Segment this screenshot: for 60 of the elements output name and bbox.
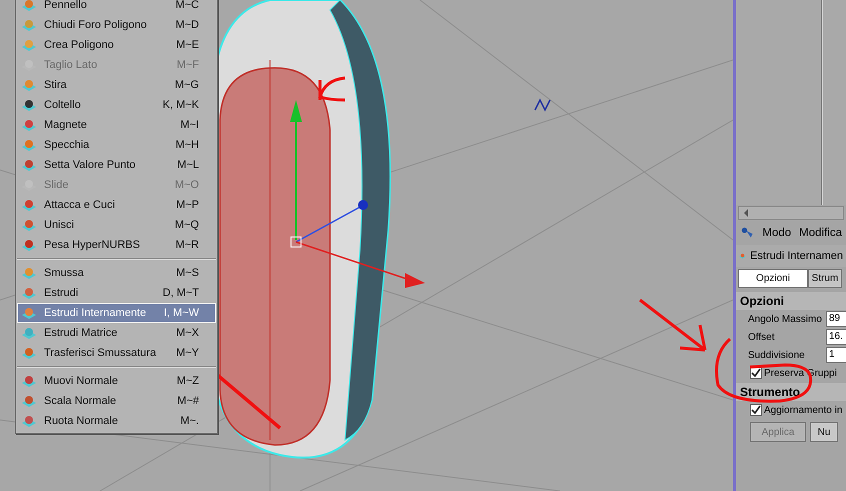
panel-title: Estrudi Internamen — [750, 250, 843, 262]
menu-item[interactable]: Pesa HyperNURBS M~R — [17, 235, 216, 255]
tool-icon — [21, 77, 37, 93]
tool-icon — [21, 17, 37, 33]
tool-icon — [21, 117, 37, 133]
menu-item[interactable]: Magnete M~I — [17, 115, 216, 135]
tool-icon — [21, 373, 37, 389]
menu-item[interactable]: Ruota Normale M~. — [17, 411, 216, 431]
tool-icon — [21, 413, 37, 429]
annotation-mark — [534, 98, 551, 112]
tool-icon — [21, 0, 37, 13]
tool-icon — [21, 157, 37, 173]
menu-item[interactable]: Setta Valore Punto M~L — [17, 155, 216, 175]
menu-item[interactable]: Muovi Normale M~Z — [17, 371, 216, 391]
tab[interactable]: Opzioni — [738, 269, 808, 288]
scrollbar[interactable] — [738, 206, 844, 220]
field-label: Angolo Massimo — [748, 314, 823, 324]
tool-icon — [21, 393, 37, 409]
number-field[interactable]: 16. — [826, 329, 846, 345]
tool-icon — [21, 237, 37, 253]
checkbox-label: Aggiornamento in — [764, 404, 842, 416]
panel-button[interactable]: Nu — [810, 422, 838, 442]
tool-icon — [21, 137, 37, 153]
checkbox[interactable] — [750, 404, 762, 416]
tool-icon — [21, 285, 37, 301]
tool-icon — [21, 325, 37, 341]
tool-icon — [21, 197, 37, 213]
menu-item[interactable]: Stira M~G — [17, 75, 216, 95]
tool-icon — [21, 37, 37, 53]
section-header: Opzioni — [736, 292, 846, 310]
tool-icon — [21, 265, 37, 281]
menu-item[interactable]: Smussa M~S — [17, 263, 216, 283]
field-label: Suddivisione — [748, 350, 806, 360]
menu-item[interactable]: Estrudi Matrice M~X — [17, 323, 216, 343]
menu-item[interactable]: Attacca e Cuci M~P — [17, 195, 216, 215]
tool-icon — [21, 97, 37, 113]
menu-item[interactable]: Coltello K, M~K — [17, 95, 216, 115]
pin-icon[interactable] — [740, 226, 754, 240]
tool-icon — [21, 217, 37, 233]
number-field[interactable]: 89 — [826, 311, 846, 327]
tool-icon — [21, 305, 37, 321]
number-field[interactable]: 1 — [826, 347, 846, 363]
menu-item[interactable]: Chiudi Foro Poligono M~D — [17, 15, 216, 35]
3d-viewport[interactable] — [0, 0, 733, 491]
section-header: Strumento — [736, 383, 846, 401]
menu-item[interactable]: Pennello M~C — [17, 0, 216, 15]
menu-item[interactable]: Crea Poligono M~E — [17, 35, 216, 55]
tab[interactable]: Strum — [808, 269, 842, 288]
annotation-arrow — [318, 76, 346, 102]
annotation-arrow — [638, 298, 706, 352]
menu-item[interactable]: Specchia M~H — [17, 135, 216, 155]
tool-icon — [21, 345, 37, 361]
panel-menu-item[interactable]: Modo — [762, 227, 792, 239]
menu-item[interactable]: Estrudi D, M~T — [17, 283, 216, 303]
menu-item[interactable]: Trasferisci Smussatura M~Y — [17, 343, 216, 363]
field-label: Offset — [748, 332, 776, 342]
menu-item[interactable]: Scala Normale M~# — [17, 391, 216, 411]
menu-item[interactable]: Estrudi Internamente I, M~W — [17, 303, 216, 323]
panel-menu-item[interactable]: Modifica — [799, 227, 842, 239]
menu-item[interactable]: Unisci M~Q — [17, 215, 216, 235]
